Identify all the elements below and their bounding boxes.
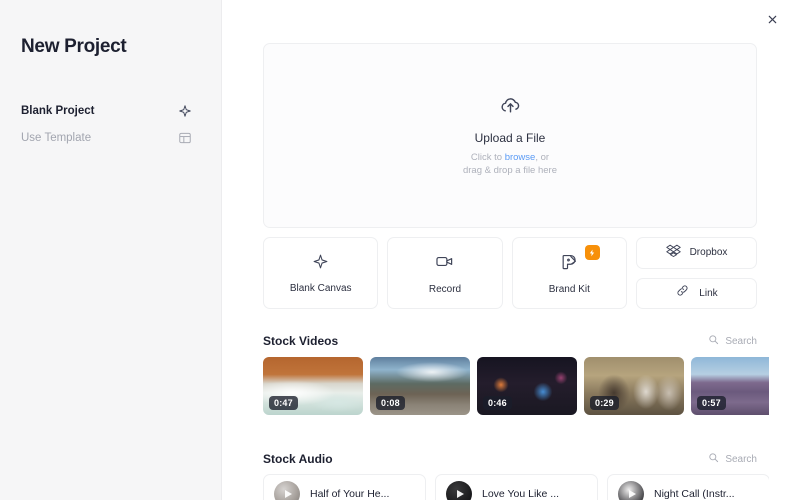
main-panel: Upload a File Click to browse, or drag &…	[222, 0, 800, 500]
browse-link[interactable]: browse	[505, 152, 536, 163]
sidebar: New Project Blank Project Use Template	[0, 0, 222, 500]
video-camera-icon	[435, 252, 454, 276]
dropzone-title: Upload a File	[475, 131, 546, 145]
search-label: Search	[725, 454, 757, 465]
audio-artwork	[446, 481, 472, 500]
upload-dropzone[interactable]: Upload a File Click to browse, or drag &…	[263, 43, 757, 228]
sidebar-item-label: Use Template	[21, 132, 91, 144]
dropzone-sub-line2: drag & drop a file here	[463, 165, 557, 176]
audio-artwork	[618, 481, 644, 500]
side-action-label: Dropbox	[690, 247, 728, 258]
play-icon[interactable]	[457, 490, 464, 498]
video-duration-badge: 0:29	[590, 396, 619, 410]
audio-item[interactable]: Half of Your He...	[263, 474, 426, 500]
sidebar-item-use-template[interactable]: Use Template	[21, 125, 201, 151]
action-label: Blank Canvas	[290, 283, 352, 294]
audio-artwork	[274, 481, 300, 500]
side-action-buttons: Dropbox Link	[636, 237, 757, 309]
search-label: Search	[725, 336, 757, 347]
brand-kit-icon	[560, 252, 579, 276]
video-duration-badge: 0:46	[483, 396, 512, 410]
page-title: New Project	[21, 36, 126, 58]
close-icon	[767, 12, 778, 30]
link-button[interactable]: Link	[636, 278, 757, 310]
video-thumbnail[interactable]: 0:29	[584, 357, 684, 415]
sparkle-icon	[178, 104, 201, 118]
video-thumbnail[interactable]: 0:57	[691, 357, 769, 415]
video-duration-badge: 0:08	[376, 396, 405, 410]
side-action-label: Link	[699, 288, 717, 299]
cloud-upload-icon	[499, 94, 522, 122]
close-button[interactable]	[762, 11, 782, 31]
sparkle-icon	[312, 253, 329, 275]
audio-title: Night Call (Instr...	[654, 488, 735, 500]
search-icon	[708, 334, 719, 348]
sidebar-item-label: Blank Project	[21, 105, 95, 117]
video-duration-badge: 0:47	[269, 396, 298, 410]
stock-audio-header: Stock Audio Search	[263, 452, 757, 466]
stock-videos-header: Stock Videos Search	[263, 334, 757, 348]
audio-title: Half of Your He...	[310, 488, 389, 500]
stock-audio-list[interactable]: Half of Your He... Love You Like ... Nig…	[263, 474, 769, 500]
audio-title: Love You Like ...	[482, 488, 559, 500]
dropzone-sub-prefix: Click to	[471, 152, 505, 163]
brand-kit-badge	[585, 245, 600, 260]
record-button[interactable]: Record	[387, 237, 502, 309]
search-icon	[708, 452, 719, 466]
stock-videos-search-button[interactable]: Search	[708, 334, 757, 348]
video-thumbnail[interactable]: 0:47	[263, 357, 363, 415]
audio-item[interactable]: Love You Like ...	[435, 474, 598, 500]
section-title: Stock Audio	[263, 452, 333, 466]
link-chain-icon	[675, 283, 690, 303]
dropzone-sub-suffix: , or	[535, 152, 549, 163]
new-project-modal: New Project Blank Project Use Template	[0, 0, 800, 500]
video-thumbnail[interactable]: 0:08	[370, 357, 470, 415]
dropbox-button[interactable]: Dropbox	[636, 237, 757, 269]
audio-item[interactable]: Night Call (Instr...	[607, 474, 769, 500]
sidebar-nav: Blank Project Use Template	[21, 98, 201, 152]
blank-canvas-button[interactable]: Blank Canvas	[263, 237, 378, 309]
stock-videos-list[interactable]: 0:47 0:08 0:46 0:29 0:57	[263, 357, 769, 415]
template-layout-icon	[178, 131, 201, 145]
action-label: Record	[429, 284, 461, 295]
video-duration-badge: 0:57	[697, 396, 726, 410]
lightning-bolt-icon	[588, 244, 596, 262]
dropzone-subtitle: Click to browse, or drag & drop a file h…	[463, 151, 557, 177]
dropbox-icon	[666, 243, 681, 263]
section-title: Stock Videos	[263, 334, 338, 348]
stock-audio-search-button[interactable]: Search	[708, 452, 757, 466]
brand-kit-button[interactable]: Brand Kit	[512, 237, 627, 309]
action-buttons-row: Blank Canvas Record	[263, 237, 757, 309]
video-thumbnail[interactable]: 0:46	[477, 357, 577, 415]
play-icon[interactable]	[629, 490, 636, 498]
play-icon[interactable]	[285, 490, 292, 498]
sidebar-item-blank-project[interactable]: Blank Project	[21, 98, 201, 124]
action-label: Brand Kit	[549, 284, 590, 295]
